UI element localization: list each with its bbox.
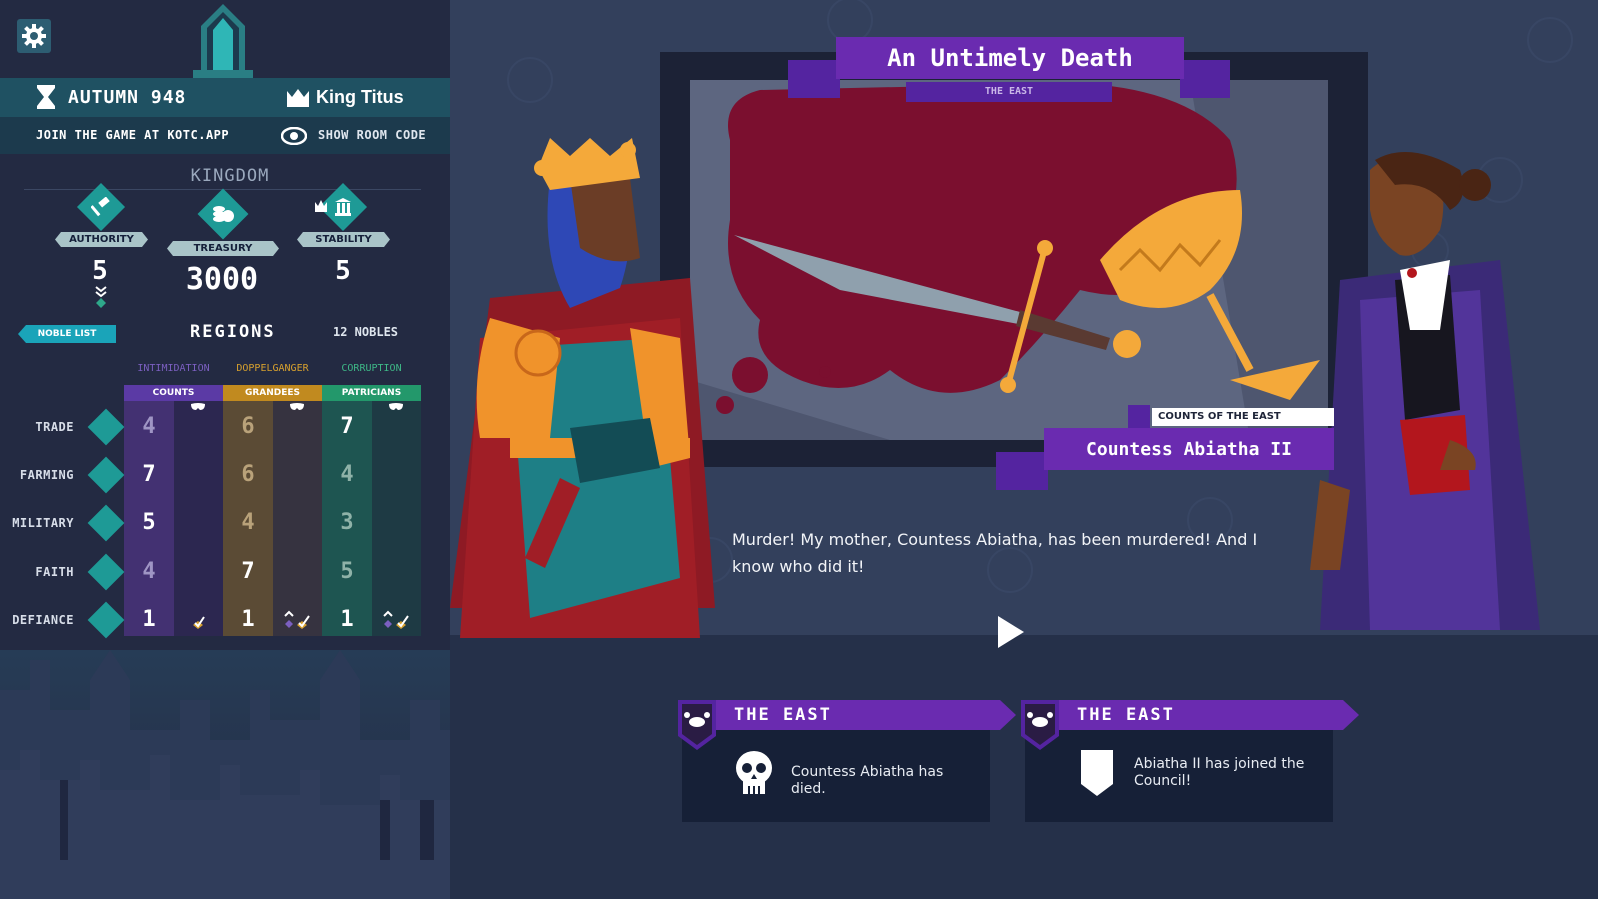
farming-grandees: 6 <box>241 462 255 487</box>
authority-label: AUTHORITY <box>55 232 148 247</box>
event-card: THE EAST Abiatha II has joined the Counc… <box>1021 700 1333 824</box>
dialogue-text: Murder! My mother, Countess Abiatha, has… <box>732 530 1258 576</box>
grandees-column-alt <box>273 385 322 636</box>
speaker-banner-tail <box>996 452 1048 490</box>
show-room-code-button[interactable]: SHOW ROOM CODE <box>318 128 426 142</box>
military-label: MILITARY <box>12 516 74 530</box>
farming-sprout-icon <box>87 456 125 494</box>
corruption-header: CORRUPTION <box>341 363 402 374</box>
defiance-grandees: 1 <box>241 607 255 632</box>
military-counts: 5 <box>142 510 156 535</box>
defiance-flame-icon <box>87 601 125 639</box>
castle-skyline <box>0 650 460 899</box>
faith-counts: 4 <box>142 559 156 584</box>
speaker-faction: COUNTS OF THE EAST <box>1152 408 1334 426</box>
card-region: THE EAST <box>716 700 1016 730</box>
regions-title: REGIONS <box>190 322 276 342</box>
military-grandees: 4 <box>241 510 255 535</box>
king-portrait <box>450 138 715 638</box>
trade-hand-coin-icon <box>87 408 125 446</box>
military-swords-icon <box>87 504 125 542</box>
farming-counts: 7 <box>142 462 156 487</box>
gavel-icon <box>84 190 118 224</box>
mask-icon <box>389 403 403 410</box>
decline-arrows-icon <box>95 286 107 308</box>
defiance-patricians: 1 <box>340 607 354 632</box>
title-banner-tail-right <box>1180 60 1230 98</box>
treasury-value: 3000 <box>185 262 259 297</box>
crown-icon <box>287 89 309 107</box>
crab-crest-icon <box>678 700 716 750</box>
patricians-tab[interactable]: PATRICIANS <box>322 385 421 401</box>
season-label: AUTUMN 948 <box>68 87 187 108</box>
authority-value: 5 <box>92 256 108 286</box>
coins-icon <box>205 196 241 232</box>
farming-patricians: 4 <box>340 462 354 487</box>
event-card: THE EAST Countess Abiatha has died. <box>678 700 990 824</box>
stability-value: 5 <box>335 256 351 286</box>
shield-icon <box>1081 750 1113 796</box>
counts-column-alt <box>174 385 223 636</box>
king-name: King Titus <box>316 87 404 107</box>
faith-label: FAITH <box>35 565 74 579</box>
faith-patricians: 5 <box>340 559 354 584</box>
military-patricians: 3 <box>340 510 354 535</box>
pillar-icon <box>326 190 360 224</box>
title-banner-tail-left <box>788 60 840 98</box>
gear-icon <box>22 24 46 48</box>
small-crown-icon <box>315 200 327 212</box>
speaker-name: Countess Abiatha II <box>1044 428 1334 470</box>
defiance-counts: 1 <box>142 607 156 632</box>
intimidation-header: INTIMIDATION <box>137 363 210 374</box>
trade-counts: 4 <box>142 414 156 439</box>
treasury-label: TREASURY <box>167 241 279 256</box>
trade-patricians: 7 <box>340 414 354 439</box>
next-arrow-icon[interactable] <box>996 614 1026 650</box>
faith-icon <box>87 553 125 591</box>
trade-label: TRADE <box>35 420 74 434</box>
faith-grandees: 7 <box>241 559 255 584</box>
mask-icon <box>191 403 205 410</box>
event-region: THE EAST <box>906 82 1112 102</box>
card-text: Abiatha II has joined the Council! <box>1134 756 1305 789</box>
card-text: Countess Abiatha has died. <box>791 764 944 797</box>
farming-label: FARMING <box>19 468 74 482</box>
stability-label: STABILITY <box>297 232 390 247</box>
check-icon <box>193 616 205 629</box>
crab-crest-icon <box>1021 700 1059 750</box>
rise-check-icon <box>284 610 310 629</box>
noble-list-button[interactable]: NOBLE LIST <box>18 325 116 343</box>
rise-check-icon <box>383 610 409 629</box>
doppelganger-header: DOPPELGANGER <box>236 363 309 374</box>
trade-grandees: 6 <box>241 414 255 439</box>
kingdom-panel: AUTUMN 948 King Titus JOIN THE GAME AT K… <box>0 0 460 899</box>
murder-illustration <box>690 80 1328 440</box>
hourglass-icon <box>37 85 55 109</box>
event-title: An Untimely Death <box>836 37 1184 79</box>
skull-icon <box>736 751 772 794</box>
counts-tab[interactable]: COUNTS <box>124 385 223 401</box>
event-painting <box>690 80 1328 440</box>
mask-icon <box>290 403 304 410</box>
defiance-label: DEFIANCE <box>12 613 74 627</box>
countess-portrait <box>1310 152 1540 630</box>
join-game-text: JOIN THE GAME AT KOTC.APP <box>36 128 230 142</box>
nobles-count: 12 NOBLES <box>333 325 399 339</box>
eye-icon[interactable] <box>281 127 307 145</box>
card-region: THE EAST <box>1059 700 1359 730</box>
kingdom-title: KINGDOM <box>190 166 270 186</box>
grandees-tab[interactable]: GRANDEES <box>223 385 322 401</box>
patricians-column-alt <box>372 385 421 636</box>
counts-crest-icon <box>1128 405 1150 429</box>
settings-button[interactable] <box>17 19 51 53</box>
